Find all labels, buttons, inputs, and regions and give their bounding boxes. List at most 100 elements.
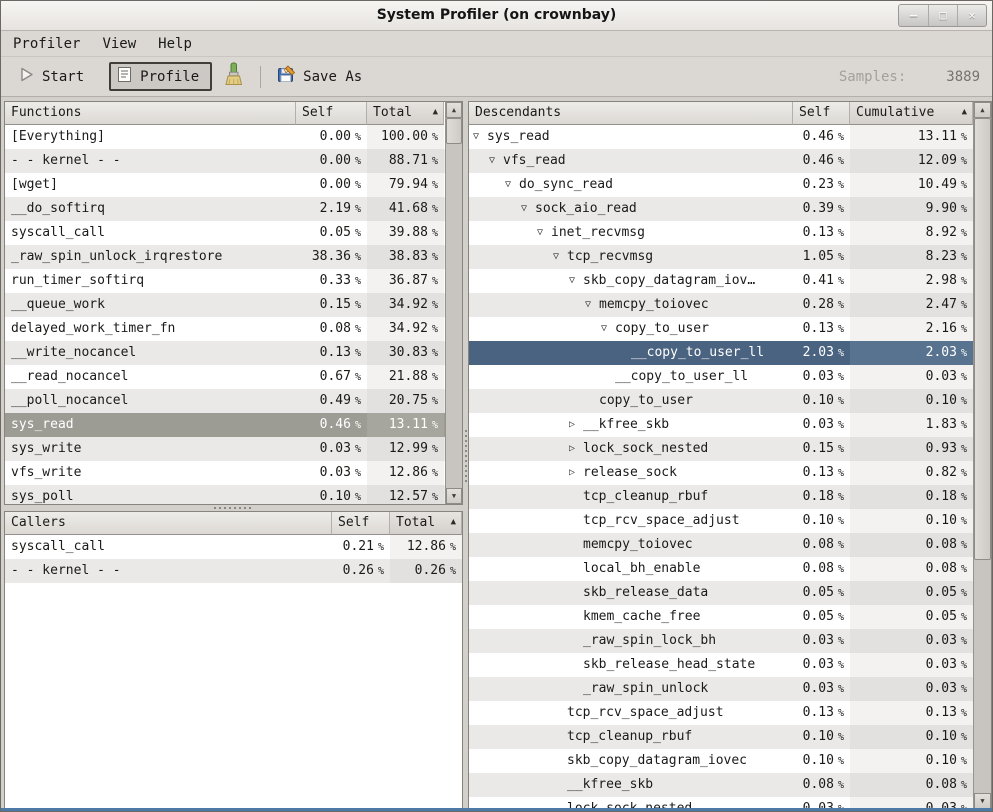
table-row[interactable]: __do_softirq2.19%41.68%: [5, 197, 445, 221]
column-header-total[interactable]: ▲ Total: [367, 102, 444, 125]
save-as-button[interactable]: Save As: [270, 62, 369, 91]
start-button-label: Start: [42, 69, 84, 85]
expander-open-icon[interactable]: ▽: [585, 293, 599, 317]
scroll-up-icon[interactable]: ▲: [446, 102, 462, 118]
column-header-self[interactable]: Self: [332, 512, 390, 535]
expander-collapsed-icon[interactable]: ▷: [569, 437, 583, 461]
percent-value: 0.93: [926, 441, 957, 456]
column-header-functions[interactable]: Functions: [5, 102, 296, 125]
expander-collapsed-icon[interactable]: ▷: [569, 413, 583, 437]
menu-help[interactable]: Help: [158, 36, 192, 52]
table-row[interactable]: vfs_write0.03%12.86%: [5, 461, 445, 485]
tree-row[interactable]: ▷__kfree_skb0.03%1.83%: [469, 413, 973, 437]
table-row[interactable]: __queue_work0.15%34.92%: [5, 293, 445, 317]
expander-open-icon[interactable]: ▽: [569, 269, 583, 293]
functions-scrollbar[interactable]: ▲ ▼: [445, 102, 462, 504]
table-row[interactable]: sys_write0.03%12.99%: [5, 437, 445, 461]
expander-open-icon[interactable]: ▽: [473, 125, 487, 149]
scroll-down-icon[interactable]: ▼: [974, 793, 991, 809]
tree-row[interactable]: _raw_spin_unlock0.03%0.03%: [469, 677, 973, 701]
expander-open-icon[interactable]: ▽: [553, 245, 567, 269]
function-name-cell: ▽skb_copy_datagram_iov…: [469, 269, 793, 293]
percent-sign: %: [834, 420, 844, 431]
scrollbar-thumb[interactable]: [446, 118, 462, 144]
minimize-button[interactable]: –: [899, 5, 928, 26]
column-header-callers[interactable]: Callers: [5, 512, 332, 535]
tree-row[interactable]: ▷lock_sock_nested0.15%0.93%: [469, 437, 973, 461]
table-row[interactable]: __write_nocancel0.13%30.83%: [5, 341, 445, 365]
function-name-cell: __do_softirq: [5, 197, 296, 221]
tree-row[interactable]: ▽tcp_recvmsg1.05%8.23%: [469, 245, 973, 269]
table-row[interactable]: - - kernel - -0.00%88.71%: [5, 149, 445, 173]
maximize-button[interactable]: □: [928, 5, 957, 26]
tree-row[interactable]: __kfree_skb0.08%0.08%: [469, 773, 973, 797]
tree-row[interactable]: copy_to_user0.10%0.10%: [469, 389, 973, 413]
table-row[interactable]: sys_read0.46%13.11%: [5, 413, 445, 437]
tree-row[interactable]: ▽memcpy_toiovec0.28%2.47%: [469, 293, 973, 317]
column-header-self[interactable]: Self: [793, 102, 850, 125]
tree-row[interactable]: _raw_spin_lock_bh0.03%0.03%: [469, 629, 973, 653]
table-row[interactable]: delayed_work_timer_fn0.08%34.92%: [5, 317, 445, 341]
tree-row[interactable]: ▽skb_copy_datagram_iov…0.41%2.98%: [469, 269, 973, 293]
table-row[interactable]: - - kernel - -0.26%0.26%: [5, 559, 462, 583]
tree-row[interactable]: __copy_to_user_ll2.03%2.03%: [469, 341, 973, 365]
scrollbar-thumb[interactable]: [974, 118, 991, 560]
start-button[interactable]: Start: [11, 63, 91, 90]
reset-button[interactable]: [216, 59, 251, 95]
tree-row[interactable]: skb_copy_datagram_iovec0.10%0.10%: [469, 749, 973, 773]
percent-sign: %: [957, 660, 967, 671]
save-as-button-label: Save As: [303, 69, 362, 85]
table-row[interactable]: run_timer_softirq0.33%36.87%: [5, 269, 445, 293]
tree-row[interactable]: ▽inet_recvmsg0.13%8.92%: [469, 221, 973, 245]
tree-row[interactable]: tcp_rcv_space_adjust0.13%0.13%: [469, 701, 973, 725]
tree-row[interactable]: skb_release_data0.05%0.05%: [469, 581, 973, 605]
percent-value-cell: 0.08%: [793, 557, 850, 581]
table-row[interactable]: syscall_call0.21%12.86%: [5, 535, 462, 559]
table-row[interactable]: _raw_spin_unlock_irqrestore38.36%38.83%: [5, 245, 445, 269]
expander-open-icon[interactable]: ▽: [537, 221, 551, 245]
horizontal-splitter[interactable]: [4, 504, 463, 511]
scroll-up-icon[interactable]: ▲: [974, 102, 991, 118]
percent-value-cell: 2.03%: [850, 341, 973, 365]
tree-row[interactable]: memcpy_toiovec0.08%0.08%: [469, 533, 973, 557]
expander-open-icon[interactable]: ▽: [489, 149, 503, 173]
table-row[interactable]: sys_poll0.10%12.57%: [5, 485, 445, 504]
tree-row[interactable]: local_bh_enable0.08%0.08%: [469, 557, 973, 581]
expander-open-icon[interactable]: ▽: [505, 173, 519, 197]
tree-row[interactable]: ▽do_sync_read0.23%10.49%: [469, 173, 973, 197]
tree-row[interactable]: kmem_cache_free0.05%0.05%: [469, 605, 973, 629]
table-row[interactable]: [Everything]0.00%100.00%: [5, 125, 445, 149]
title-bar[interactable]: System Profiler (on crownbay) – □ ✕: [1, 1, 992, 31]
menu-profiler[interactable]: Profiler: [13, 36, 80, 52]
table-row[interactable]: __poll_nocancel0.49%20.75%: [5, 389, 445, 413]
tree-row[interactable]: tcp_rcv_space_adjust0.10%0.10%: [469, 509, 973, 533]
tree-row[interactable]: skb_release_head_state0.03%0.03%: [469, 653, 973, 677]
tree-row[interactable]: tcp_cleanup_rbuf0.18%0.18%: [469, 485, 973, 509]
percent-sign: %: [428, 468, 438, 479]
percent-sign: %: [351, 492, 361, 503]
tree-row[interactable]: ▷release_sock0.13%0.82%: [469, 461, 973, 485]
percent-sign: %: [428, 204, 438, 215]
column-header-cumulative[interactable]: ▲ Cumulative: [850, 102, 973, 125]
descendants-scrollbar[interactable]: ▲ ▼: [973, 102, 991, 809]
close-button[interactable]: ✕: [957, 5, 986, 26]
percent-sign: %: [834, 540, 844, 551]
tree-row[interactable]: __copy_to_user_ll0.03%0.03%: [469, 365, 973, 389]
expander-open-icon[interactable]: ▽: [521, 197, 535, 221]
table-row[interactable]: __read_nocancel0.67%21.88%: [5, 365, 445, 389]
scroll-down-icon[interactable]: ▼: [446, 488, 462, 504]
menu-view[interactable]: View: [102, 36, 136, 52]
column-header-descendants[interactable]: Descendants: [469, 102, 793, 125]
tree-row[interactable]: ▽sock_aio_read0.39%9.90%: [469, 197, 973, 221]
profile-toggle-button[interactable]: Profile: [109, 62, 212, 91]
column-header-self[interactable]: Self: [296, 102, 367, 125]
tree-row[interactable]: ▽vfs_read0.46%12.09%: [469, 149, 973, 173]
expander-collapsed-icon[interactable]: ▷: [569, 461, 583, 485]
tree-row[interactable]: ▽sys_read0.46%13.11%: [469, 125, 973, 149]
tree-row[interactable]: tcp_cleanup_rbuf0.10%0.10%: [469, 725, 973, 749]
table-row[interactable]: [wget]0.00%79.94%: [5, 173, 445, 197]
column-header-total[interactable]: ▲ Total: [390, 512, 462, 535]
expander-open-icon[interactable]: ▽: [601, 317, 615, 341]
tree-row[interactable]: ▽copy_to_user0.13%2.16%: [469, 317, 973, 341]
table-row[interactable]: syscall_call0.05%39.88%: [5, 221, 445, 245]
